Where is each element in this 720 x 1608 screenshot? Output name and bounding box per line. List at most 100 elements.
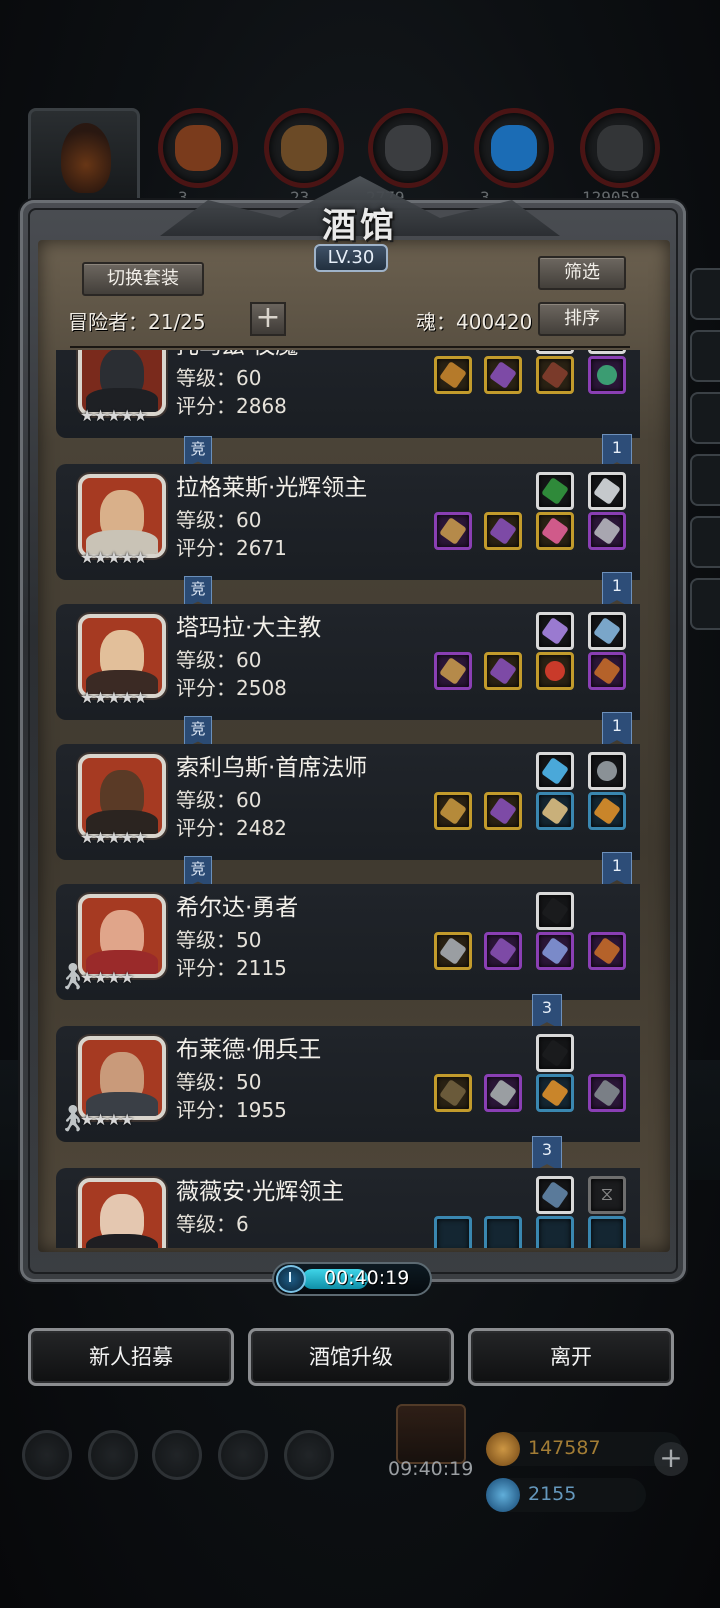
armor-slot[interactable] [484,1074,522,1112]
star-rating: ★★★★★ [80,688,148,707]
switch-outfit-button[interactable]: 切换套装 [82,262,204,296]
plus-icon: + [255,300,281,335]
side-tab[interactable] [690,392,720,444]
hero-card[interactable]: ★★★★★ 索利乌斯·首席法师 等级：60 评分：2482 [56,744,640,860]
ring-slot[interactable] [588,356,626,394]
hero-portrait [78,614,166,698]
clock-icon [276,1265,306,1293]
hero-card[interactable]: ★★★★★ 拉格莱斯·光辉领主 等级：60 评分：2671 [56,464,640,580]
gem-counter: 2155 [486,1478,646,1512]
add-currency-button[interactable]: + [654,1442,688,1476]
amulet-slot[interactable] [588,1216,626,1248]
top-inventory-slot[interactable] [28,108,140,208]
ore-resource-icon[interactable] [158,108,238,188]
gift-icon[interactable] [396,1404,466,1464]
weapon-slot[interactable] [434,652,472,690]
side-tab[interactable] [690,578,720,630]
tavern-level-badge: LV.30 [314,244,388,272]
achievement-icon[interactable] [88,1430,138,1480]
guild-icon[interactable] [152,1430,202,1480]
weapon-slot[interactable] [434,1216,472,1248]
equipment-slot[interactable] [536,350,574,354]
hero-name: 塔玛拉·大主教 [176,615,322,641]
hero-card[interactable]: 薇薇安·光辉领主 等级：6 ⧖ [56,1168,640,1248]
crystal-resource-icon[interactable] [474,108,554,188]
chest-slot[interactable] [536,1216,574,1248]
equipment-slot[interactable] [588,612,626,650]
hero-portrait [78,894,166,978]
hero-score: 评分：2671 [176,536,287,560]
page-title: 酒馆 [322,206,398,246]
armor-slot[interactable] [484,792,522,830]
boots-slot[interactable] [536,356,574,394]
accessory-slot[interactable] [588,932,626,970]
weapon-slot[interactable] [434,792,472,830]
hero-level: 等级：6 [176,1212,249,1236]
equipment-slot[interactable] [536,752,574,790]
gold-coin-icon [486,1432,520,1466]
hero-score: 评分：2115 [176,956,287,980]
iron-resource-icon[interactable] [368,108,448,188]
hero-name: 拉格莱斯·光辉领主 [176,475,368,501]
side-tab[interactable] [690,454,720,506]
hero-level: 等级：50 [176,1070,262,1094]
armor-slot[interactable] [484,356,522,394]
hero-rank-badge: 1 [602,712,632,748]
flame-icon [61,123,111,193]
weapon-slot[interactable] [434,512,472,550]
chest-slot[interactable] [536,1074,574,1112]
add-adventurer-slot-button[interactable]: + [250,302,286,336]
hero-portrait [78,754,166,838]
armor-slot[interactable] [484,512,522,550]
upgrade-tavern-button[interactable]: 酒馆升级 [248,1328,454,1386]
settings-icon[interactable] [22,1430,72,1480]
filter-button[interactable]: 筛选 [538,256,626,290]
armor-slot[interactable] [484,932,522,970]
hero-card[interactable]: 🚶︎ ★★★★ 希尔达·勇者 等级：50 评分：2115 [56,884,640,1000]
amulet-slot[interactable] [536,512,574,550]
hero-portrait [78,1178,166,1248]
gloves-slot[interactable] [536,792,574,830]
leave-button[interactable]: 离开 [468,1328,674,1386]
equipment-slot[interactable] [588,350,626,354]
side-tab[interactable] [690,268,720,320]
hero-list[interactable]: ★★★★★ 托马兹·夜魔 等级：60 评分：2868 竞 1 ★★★★★ 拉格莱… [56,350,640,1248]
hero-score: 评分：1955 [176,1098,287,1122]
hero-card[interactable]: 🚶︎ ★★★★ 布莱德·佣兵王 等级：50 评分：1955 [56,1026,640,1142]
equipment-slot[interactable] [536,612,574,650]
equipment-slot[interactable] [588,472,626,510]
wood-resource-icon[interactable] [264,108,344,188]
gem-value: 2155 [528,1483,577,1505]
divider [70,346,630,348]
hero-portrait [78,1036,166,1120]
weapon-slot[interactable] [434,356,472,394]
side-tab[interactable] [690,330,720,382]
gift-timer: 09:40:19 [388,1458,474,1480]
hero-card[interactable]: ★★★★★ 托马兹·夜魔 等级：60 评分：2868 [56,350,640,438]
equipment-slot[interactable] [536,1176,574,1214]
side-tab[interactable] [690,516,720,568]
equipment-slot[interactable] [588,752,626,790]
equipment-slot[interactable] [536,472,574,510]
sort-button[interactable]: 排序 [538,302,626,336]
hero-card[interactable]: ★★★★★ 塔玛拉·大主教 等级：60 评分：2508 [56,604,640,720]
accessory-slot[interactable] [588,512,626,550]
tavern-refresh-timer: 00:40:19 [272,1262,432,1296]
armor-slot[interactable] [484,1216,522,1248]
armor-slot[interactable] [484,652,522,690]
hero-name: 索利乌斯·首席法师 [176,755,368,781]
accessory-slot[interactable] [588,652,626,690]
empty-slot-icon[interactable]: ⧖ [588,1176,626,1214]
weapon-slot[interactable] [434,932,472,970]
mail-icon[interactable] [218,1430,268,1480]
equipment-slot[interactable] [536,1034,574,1072]
recruit-button[interactable]: 新人招募 [28,1328,234,1386]
chest-slot[interactable] [588,792,626,830]
equipment-slot[interactable] [536,892,574,930]
stone-resource-icon[interactable] [580,108,660,188]
weapon-slot[interactable] [434,1074,472,1112]
gloves-slot[interactable] [536,932,574,970]
amulet-slot[interactable] [536,652,574,690]
amulet-slot[interactable] [588,1074,626,1112]
map-icon[interactable] [284,1430,334,1480]
